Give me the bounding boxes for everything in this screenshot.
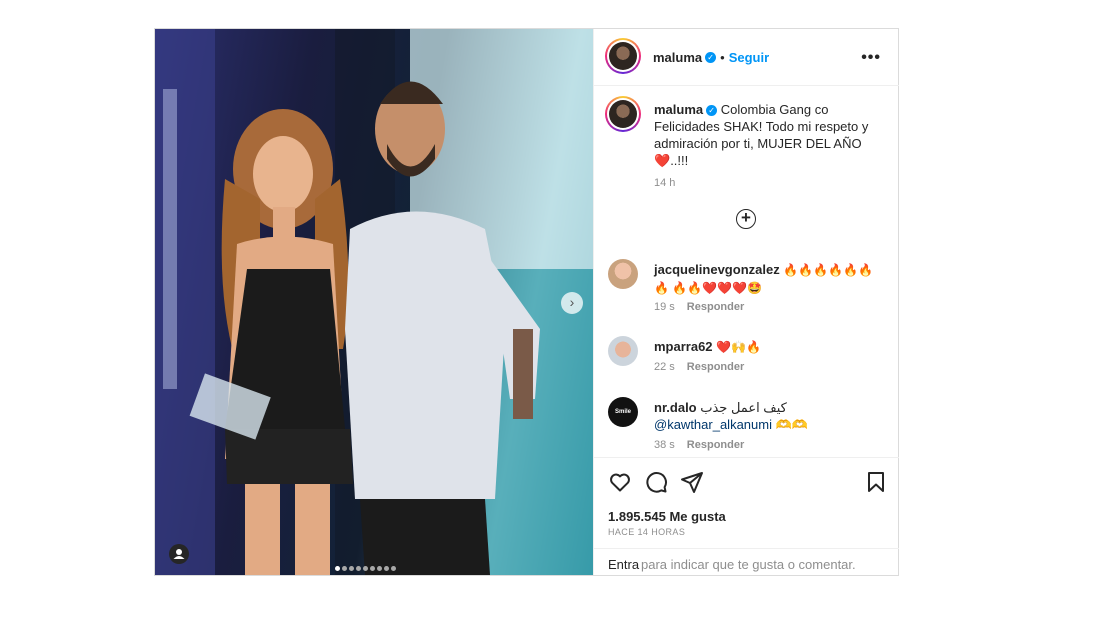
caption-username[interactable]: maluma: [654, 102, 703, 117]
carousel-dot: [356, 566, 361, 571]
carousel-indicator: [335, 558, 398, 571]
comment-prompt: para indicar que te gusta o comentar.: [641, 557, 856, 572]
caption: maluma ✓ Colombia Gang co Felicidades SHA…: [654, 101, 879, 192]
separator: •: [720, 50, 725, 65]
reply-button[interactable]: Responder: [687, 361, 744, 373]
author-username[interactable]: maluma: [653, 50, 702, 65]
carousel-dot: [342, 566, 347, 571]
caption-end: ..!!!: [670, 153, 689, 168]
add-circle-icon[interactable]: +: [736, 209, 756, 229]
commenter-avatar[interactable]: [608, 259, 638, 289]
carousel-dot: [391, 566, 396, 571]
comment-time: 19 s: [654, 301, 675, 313]
carousel-dot: [335, 566, 340, 571]
comment-mention-suffix: 🫶🫶: [775, 417, 808, 432]
reaction-emoji-icons: ❤️🙌🔥: [716, 340, 761, 354]
carousel-dot: [363, 566, 368, 571]
comment-text: كيف اعمل جذب: [700, 400, 787, 415]
add-comment-bar: Entra para indicar que te gusta o coment…: [594, 548, 899, 577]
comment-mention[interactable]: @kawthar_alkanumi: [654, 417, 772, 432]
next-photo-button[interactable]: ›: [561, 292, 583, 314]
caption-time: 14 h: [654, 177, 676, 189]
photo-illustration: [155, 29, 593, 575]
post-photo[interactable]: ›: [155, 29, 593, 575]
reply-button[interactable]: Responder: [687, 301, 744, 313]
comment-time: 22 s: [654, 361, 675, 373]
commenter-avatar[interactable]: [608, 336, 638, 366]
verified-icon: ✓: [705, 52, 717, 64]
commenter-avatar[interactable]: Smile: [608, 397, 638, 427]
caption-avatar[interactable]: [605, 96, 641, 132]
person-tag-icon: [173, 549, 185, 559]
login-link[interactable]: Entra: [608, 557, 639, 572]
heart-emoji-icon: ❤️: [654, 153, 671, 168]
tagged-people-button[interactable]: [169, 544, 189, 564]
share-icon[interactable]: [680, 470, 704, 494]
post-header: maluma ✓ • Seguir •••: [594, 29, 899, 86]
chevron-right-icon: ›: [569, 294, 575, 310]
carousel-dot: [370, 566, 375, 571]
likes-count[interactable]: 1.895.545 Me gusta: [608, 509, 726, 524]
post-side-panel: maluma ✓ • Seguir ••• maluma ✓ Colombia Gang…: [593, 29, 899, 575]
carousel-dot: [384, 566, 389, 571]
post-actions: 1.895.545 Me gusta HACE 14 HORAS Entra p…: [594, 457, 899, 576]
bookmark-icon[interactable]: [864, 470, 888, 494]
posted-time: HACE 14 HORAS: [608, 527, 686, 537]
follow-button[interactable]: Seguir: [729, 50, 769, 65]
carousel-dot: [349, 566, 354, 571]
reply-button[interactable]: Responder: [687, 439, 744, 451]
comment-username[interactable]: nr.dalo: [654, 400, 697, 415]
comment-icon[interactable]: [644, 470, 668, 494]
more-icon[interactable]: •••: [861, 49, 881, 67]
carousel-dot: [377, 566, 382, 571]
comment-username[interactable]: jacquelinevgonzalez: [654, 262, 780, 277]
verified-icon: ✓: [706, 105, 718, 117]
instagram-post: › maluma ✓ • Seguir ••• maluma ✓ Colombia: [154, 28, 899, 576]
heart-icon[interactable]: [608, 470, 632, 494]
author-avatar[interactable]: [605, 38, 641, 74]
comment-username[interactable]: mparra62: [654, 339, 713, 354]
comment-time: 38 s: [654, 439, 675, 451]
